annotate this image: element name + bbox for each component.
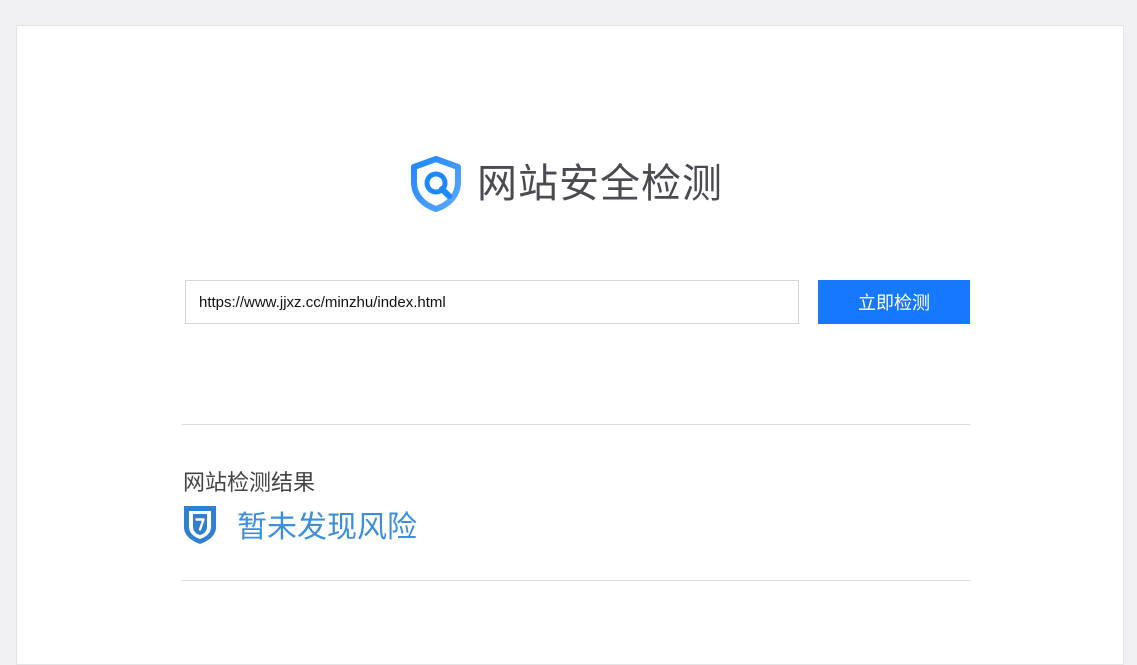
- url-input[interactable]: [185, 280, 799, 324]
- shield-search-icon: [411, 156, 461, 212]
- divider: [182, 580, 970, 581]
- divider: [182, 424, 970, 425]
- check-now-button[interactable]: 立即检测: [818, 280, 970, 324]
- shield-question-icon: [184, 506, 216, 544]
- site-header: 网站安全检测: [409, 156, 723, 212]
- result-status: 暂未发现风险: [182, 502, 417, 546]
- result-heading: 网站检测结果: [183, 471, 316, 496]
- main-panel: [16, 25, 1124, 665]
- result-status-text: 暂未发现风险: [237, 510, 417, 545]
- page-title: 网站安全检测: [477, 161, 723, 207]
